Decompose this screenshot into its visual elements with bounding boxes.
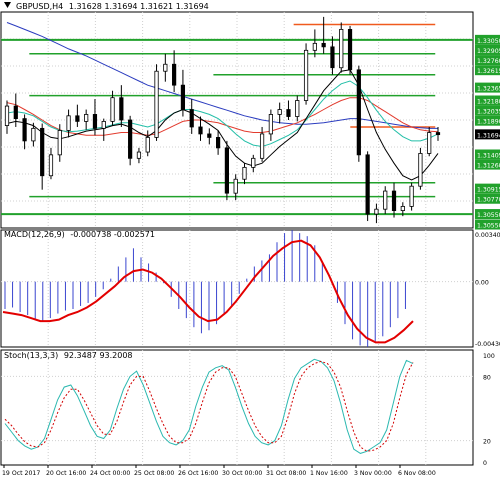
time-axis-label: 3 Nov 00:00 <box>354 470 392 477</box>
candle-body <box>259 133 265 159</box>
candle-body <box>233 178 238 194</box>
price-axis-label: 1.30770 <box>477 197 500 204</box>
candle-body <box>312 42 317 51</box>
price-axis-label: 1.30550 <box>477 212 500 219</box>
time-axis-label: 1 Nov 16:00 <box>310 470 348 477</box>
time-axis-label: 20 Oct 16:00 <box>46 470 86 477</box>
candle-body <box>391 190 397 211</box>
price-axis-label: 1.32365 <box>477 86 500 93</box>
stoch-header: Stoch(13,3,3) 92.3487 93.2008 <box>4 351 133 360</box>
price-panel-header: GBPUSD,H4 1.31628 1.31694 1.31621 1.3169… <box>16 2 209 11</box>
current-price-label: 1.31694 <box>477 132 500 139</box>
candle-body <box>216 137 221 149</box>
candle-body <box>145 137 150 153</box>
candle-body <box>356 69 361 156</box>
candle-body <box>400 205 405 211</box>
price-axis-label: 1.32905 <box>477 48 500 55</box>
candle-body <box>13 105 18 120</box>
candle-body <box>110 97 115 122</box>
macd-axis-label: 0.003406 <box>475 232 500 239</box>
candle-body <box>365 154 370 215</box>
candle-body <box>172 63 177 86</box>
stoch-axis-label: 80 <box>483 374 491 381</box>
candle-body <box>163 63 168 72</box>
price-axis-label: 1.32180 <box>477 98 500 105</box>
candle-body <box>383 190 388 210</box>
candle-body <box>48 154 54 177</box>
time-axis-label: 24 Oct 00:00 <box>90 470 130 477</box>
candle-body <box>40 127 45 177</box>
price-axis-label: 1.33050 <box>477 38 500 45</box>
candle-body <box>128 119 133 159</box>
candle-body <box>198 126 203 135</box>
candle-body <box>136 151 142 159</box>
candle-body <box>180 84 186 110</box>
price-axis-label: 1.32615 <box>477 68 500 75</box>
candle-body <box>330 46 335 69</box>
candle-body <box>435 132 441 136</box>
candle-body <box>321 42 326 48</box>
stoch-axis-label: 100 <box>483 353 495 360</box>
macd-axis-label: -0.004305 <box>475 341 500 348</box>
candle-body <box>92 114 98 129</box>
candle-body <box>295 100 300 117</box>
candle-body <box>427 132 432 154</box>
time-axis-label: 26 Oct 16:00 <box>178 470 218 477</box>
candle-body <box>251 157 256 168</box>
price-axis-label: 1.30915 <box>477 187 500 194</box>
candle-body <box>154 70 159 138</box>
candle-body <box>224 147 229 194</box>
macd-axis-label: 0.00 <box>475 280 489 287</box>
price-axis-label: 1.31260 <box>477 163 500 170</box>
time-axis-label: 31 Oct 08:00 <box>266 470 306 477</box>
candle-body <box>242 166 247 180</box>
candle-body <box>119 97 124 121</box>
candle-body <box>374 208 379 215</box>
stoch-axis-label: 20 <box>483 439 491 446</box>
candle-body <box>277 109 282 115</box>
time-axis-label: 19 Oct 2017 <box>2 470 40 477</box>
candle-body <box>101 120 106 129</box>
candle-body <box>409 185 414 207</box>
candle-body <box>207 133 212 138</box>
candle-body <box>418 153 423 187</box>
candle-body <box>286 109 291 117</box>
candle-body <box>347 29 353 71</box>
price-axis-label: 1.31890 <box>477 119 500 126</box>
macd-header: MACD(12,26,9) -0.000738 -0.002571 <box>4 230 155 239</box>
time-axis-label: 30 Oct 00:00 <box>222 470 262 477</box>
candle-body <box>339 29 344 69</box>
time-axis-label: 25 Oct 08:00 <box>134 470 174 477</box>
price-axis-label: 1.30550 <box>477 223 500 230</box>
price-axis-label: 1.32760 <box>477 58 500 65</box>
candle-body <box>268 114 273 135</box>
chart-canvas: 1.33050 1.32905 1.32760 1.32615 1.32365 1.321… <box>0 0 500 480</box>
candle-body <box>22 118 27 142</box>
chart-window: 1.33050 1.32905 1.32760 1.32615 1.32365 1.321… <box>0 0 500 480</box>
candle-body <box>84 114 89 122</box>
chart-background <box>0 0 500 480</box>
price-axis-label: 1.32035 <box>477 109 500 116</box>
candle-body <box>4 105 10 126</box>
candle-body <box>31 127 36 142</box>
price-axis-label: 1.31405 <box>477 152 500 159</box>
candle-body <box>75 115 80 122</box>
candle-body <box>303 49 309 101</box>
candle-body <box>57 130 62 156</box>
time-axis-label: 6 Nov 08:00 <box>398 470 436 477</box>
candle-body <box>189 109 194 128</box>
stoch-axis-label: 0 <box>483 460 487 467</box>
candle-body <box>66 115 71 131</box>
